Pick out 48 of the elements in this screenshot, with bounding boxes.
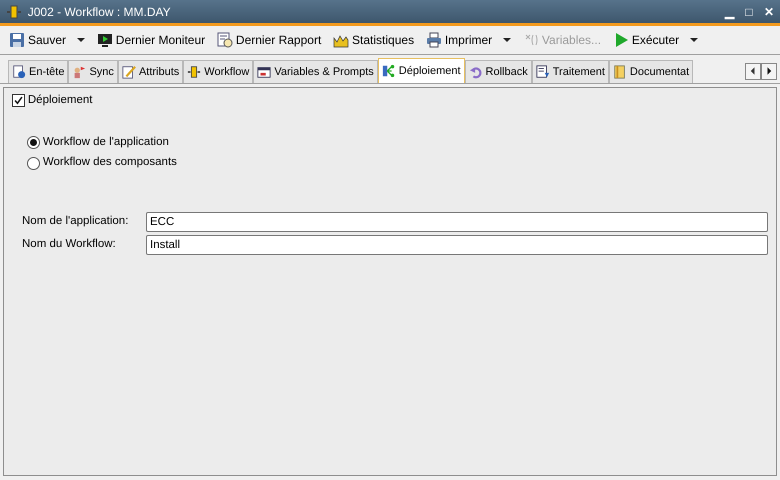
tab[interactable]: Documentat xyxy=(608,60,694,83)
toolbar-button[interactable]: Dernier Moniteur xyxy=(94,29,208,51)
window-title: J002 - Workflow : MM.DAY xyxy=(28,4,171,20)
checkbox-label[interactable]: Déploiement xyxy=(28,92,92,110)
scroll-right-button[interactable] xyxy=(761,62,778,80)
tab[interactable]: Variables & Prompts xyxy=(253,60,378,83)
caret-icon xyxy=(690,38,698,42)
radio-button[interactable] xyxy=(27,156,40,170)
undo-arrow-icon xyxy=(468,65,483,79)
input-field[interactable]: ECC xyxy=(146,212,768,232)
report-clock-icon xyxy=(216,32,233,48)
flag-figure-icon xyxy=(72,65,86,79)
tab[interactable]: Sync xyxy=(68,60,118,83)
field-label: Nom de l'application: xyxy=(22,214,130,229)
tab[interactable]: Workflow xyxy=(183,60,254,83)
toolbar-button[interactable]: Imprimer xyxy=(422,29,514,51)
variables-icon xyxy=(522,32,539,48)
check-icon xyxy=(13,95,24,106)
toolbar-button[interactable]: Exécuter xyxy=(610,29,702,51)
checkbox[interactable] xyxy=(12,94,25,108)
caret-icon xyxy=(77,38,86,42)
maximize-button[interactable]: □ xyxy=(745,2,752,20)
close-button[interactable]: ✕ xyxy=(764,2,774,20)
tab[interactable]: Rollback xyxy=(464,60,532,83)
monitor-icon xyxy=(96,32,113,48)
tab[interactable]: Attributs xyxy=(118,60,184,83)
toolbar-button[interactable]: Dernier Rapport xyxy=(214,29,324,51)
minimize-button[interactable]: ▁ xyxy=(724,2,734,20)
variables-window-icon xyxy=(257,65,272,79)
radio-button[interactable] xyxy=(27,136,40,150)
tab[interactable]: En-tête xyxy=(8,60,68,83)
scroll-left-button[interactable] xyxy=(745,62,762,80)
field-label: Nom du Workflow: xyxy=(22,236,117,252)
pencil-form-icon xyxy=(122,65,136,79)
radio-label[interactable]: Workflow des composants xyxy=(42,154,177,172)
tab[interactable]: Déploiement xyxy=(378,58,465,83)
radio-label[interactable]: Workflow de l'application xyxy=(42,134,169,152)
book-icon xyxy=(612,65,627,79)
caret-icon xyxy=(503,38,512,42)
workflow-icon xyxy=(187,65,202,79)
printer-icon xyxy=(426,32,442,48)
tab[interactable]: Traitement xyxy=(532,60,609,83)
toolbar-button[interactable]: Sauver xyxy=(6,29,88,51)
document-info-icon xyxy=(12,65,26,79)
toolbar-button[interactable]: Statistiques xyxy=(330,29,418,51)
deployment-tree-icon xyxy=(382,64,396,78)
input-field[interactable]: Install xyxy=(146,234,768,254)
workflow-icon xyxy=(6,4,22,20)
